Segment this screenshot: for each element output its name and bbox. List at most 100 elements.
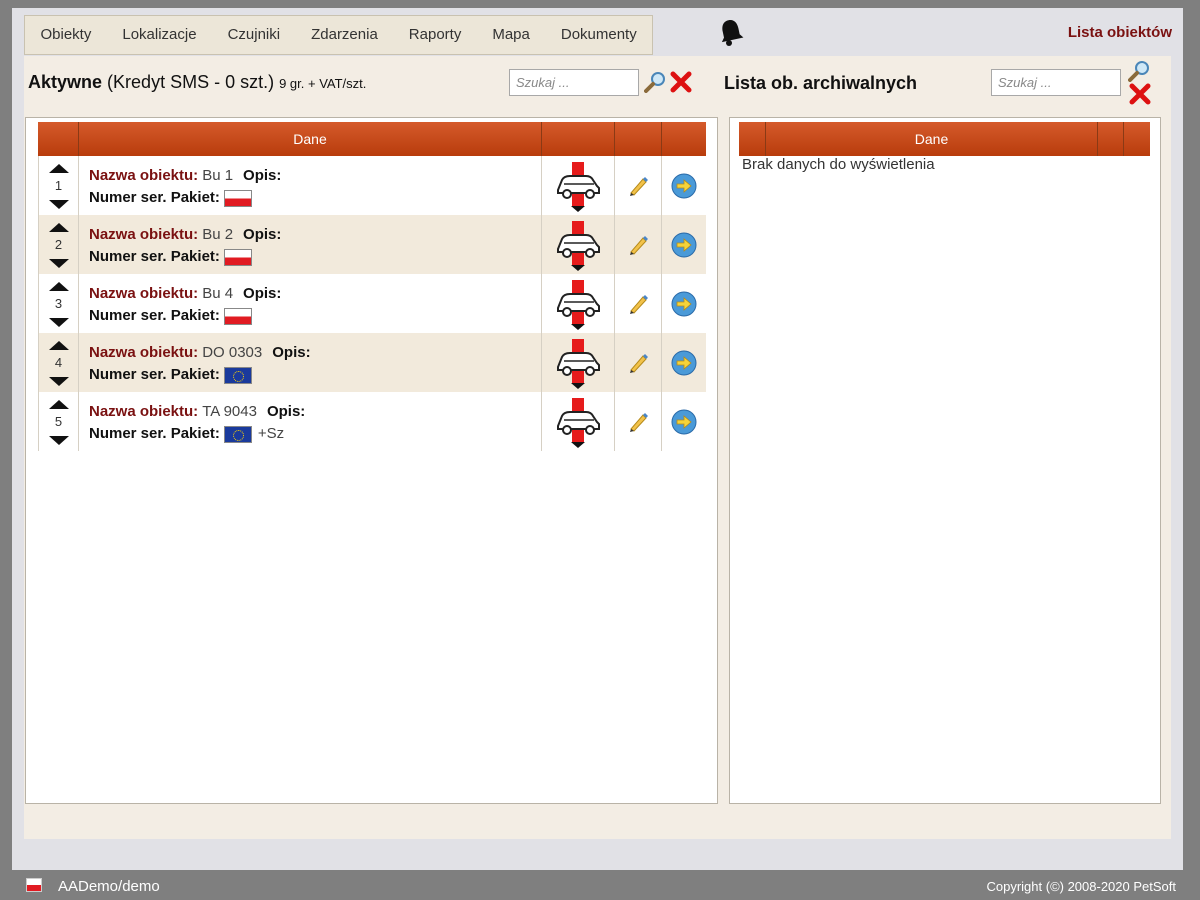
footer: AADemo/demo Copyright (©) 2008-2020 PetS… (0, 870, 1200, 900)
archive-objects-table: Dane Brak danych do wyświetlenia (729, 117, 1161, 804)
nav-item-dokumenty[interactable]: Dokumenty (545, 16, 652, 54)
row-order-number: 2 (54, 237, 63, 252)
serial-label: Numer ser. Pakiet: (89, 366, 220, 383)
row-go-cell (662, 215, 706, 274)
row-car-cell (542, 333, 615, 392)
table-row: 3 Nazwa obiektu: Bu 4 Opis: Numer ser. P… (38, 274, 706, 333)
archive-header-col4 (1124, 122, 1150, 156)
empty-message: Brak danych do wyświetlenia (742, 156, 935, 173)
language-flag-icon[interactable] (26, 878, 42, 892)
row-order-number: 1 (54, 178, 63, 193)
row-data-cell: Nazwa obiektu: Bu 2 Opis: Numer ser. Pak… (79, 215, 542, 274)
active-title-credit: (Kredyt SMS - 0 szt.) (107, 72, 275, 92)
row-order-cell: 1 (38, 156, 79, 215)
archive-header-col3 (1098, 122, 1124, 156)
edit-pencil-icon[interactable] (627, 175, 649, 197)
row-order-number: 5 (54, 414, 63, 429)
content-panel: Aktywne (Kredyt SMS - 0 szt.) 9 gr. + VA… (24, 56, 1171, 839)
active-title-price: 9 gr. + VAT/szt. (279, 76, 367, 91)
main-nav: Obiekty Lokalizacje Czujniki Zdarzenia R… (24, 15, 654, 55)
nav-item-raporty[interactable]: Raporty (393, 16, 477, 54)
move-down-icon[interactable] (49, 318, 69, 327)
move-up-icon[interactable] (49, 341, 69, 350)
row-order-cell: 5 (38, 392, 79, 451)
row-go-cell (662, 333, 706, 392)
object-name-value: Bu 2 (202, 226, 234, 243)
active-title: Aktywne (Kredyt SMS - 0 szt.) 9 gr. + VA… (28, 72, 366, 93)
pl-flag-icon (223, 307, 252, 325)
go-arrow-icon[interactable] (671, 173, 697, 199)
eu-flag-icon (223, 366, 252, 384)
nav-item-mapa[interactable]: Mapa (477, 16, 546, 54)
eu-flag-icon (223, 425, 252, 443)
table-row: 5 Nazwa obiektu: TA 9043 Opis: Numer ser… (38, 392, 706, 451)
header-edit (615, 122, 662, 156)
move-down-icon[interactable] (49, 259, 69, 268)
car-status-icon[interactable] (554, 278, 602, 330)
row-edit-cell (615, 333, 662, 392)
description-label: Opis: (266, 403, 306, 420)
edit-pencil-icon[interactable] (627, 293, 649, 315)
app-window: Obiekty Lokalizacje Czujniki Zdarzenia R… (12, 8, 1183, 870)
table-row: 1 Nazwa obiektu: Bu 1 Opis: Numer ser. P… (38, 156, 706, 215)
go-arrow-icon[interactable] (671, 232, 697, 258)
clear-search-icon[interactable] (669, 70, 693, 94)
object-name-value: TA 9043 (202, 403, 257, 420)
archive-clear-search-icon[interactable] (1128, 82, 1152, 106)
row-car-cell (542, 274, 615, 333)
description-label: Opis: (243, 167, 282, 184)
archive-header-dane: Dane (766, 122, 1098, 156)
archive-search-icon[interactable] (1128, 60, 1150, 82)
copyright: Copyright (©) 2008-2020 PetSoft (986, 879, 1176, 894)
search-icon[interactable] (644, 71, 666, 93)
car-status-icon[interactable] (554, 160, 602, 212)
row-go-cell (662, 156, 706, 215)
object-name-label: Nazwa obiektu: (89, 344, 199, 361)
object-name-value: DO 0303 (202, 344, 263, 361)
row-edit-cell (615, 215, 662, 274)
table-row: 2 Nazwa obiektu: Bu 2 Opis: Numer ser. P… (38, 215, 706, 274)
go-arrow-icon[interactable] (671, 350, 697, 376)
nav-item-obiekty[interactable]: Obiekty (25, 16, 107, 54)
description-label: Opis: (243, 285, 282, 302)
nav-item-czujniki[interactable]: Czujniki (212, 16, 296, 54)
row-order-cell: 2 (38, 215, 79, 274)
move-down-icon[interactable] (49, 436, 69, 445)
description-label: Opis: (272, 344, 311, 361)
move-down-icon[interactable] (49, 377, 69, 386)
car-status-icon[interactable] (554, 219, 602, 271)
nav-item-lokalizacje[interactable]: Lokalizacje (107, 16, 212, 54)
edit-pencil-icon[interactable] (627, 234, 649, 256)
nav-item-zdarzenia[interactable]: Zdarzenia (296, 16, 394, 54)
pl-flag-icon (223, 248, 252, 266)
row-data-cell: Nazwa obiektu: DO 0303 Opis: Numer ser. … (79, 333, 542, 392)
edit-pencil-icon[interactable] (627, 411, 649, 433)
go-arrow-icon[interactable] (671, 409, 697, 435)
move-up-icon[interactable] (49, 223, 69, 232)
active-search-input[interactable] (509, 69, 639, 96)
serial-label: Numer ser. Pakiet: (89, 189, 220, 206)
package-extra: +Sz (257, 425, 285, 442)
move-down-icon[interactable] (49, 200, 69, 209)
archive-header-col1 (739, 122, 766, 156)
move-up-icon[interactable] (49, 282, 69, 291)
edit-pencil-icon[interactable] (627, 352, 649, 374)
move-up-icon[interactable] (49, 164, 69, 173)
object-name-value: Bu 1 (202, 167, 234, 184)
serial-label: Numer ser. Pakiet: (89, 248, 220, 265)
row-car-cell (542, 156, 615, 215)
car-status-icon[interactable] (554, 396, 602, 448)
go-arrow-icon[interactable] (671, 291, 697, 317)
header-car (542, 122, 615, 156)
move-up-icon[interactable] (49, 400, 69, 409)
page-title: Lista obiektów (1067, 24, 1172, 41)
pl-flag-icon (223, 189, 252, 207)
row-order-number: 4 (54, 355, 63, 370)
car-status-icon[interactable] (554, 337, 602, 389)
row-order-number: 3 (54, 296, 63, 311)
object-name-label: Nazwa obiektu: (89, 403, 199, 420)
table-row: 4 Nazwa obiektu: DO 0303 Opis: Numer ser… (38, 333, 706, 392)
description-label: Opis: (243, 226, 282, 243)
bell-icon[interactable] (716, 17, 746, 47)
archive-search-input[interactable] (991, 69, 1121, 96)
